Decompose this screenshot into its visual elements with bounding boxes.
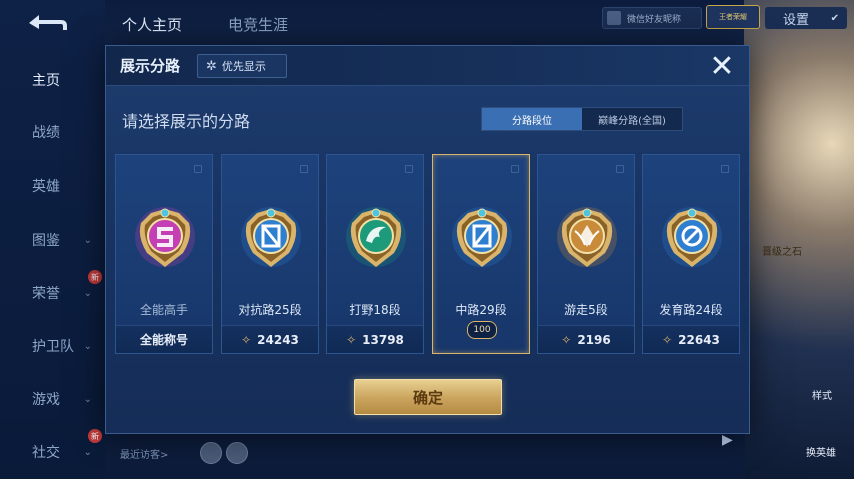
chevron-down-icon: ⌄ (83, 446, 92, 458)
back-arrow-icon (29, 15, 67, 30)
settings-button[interactable]: 设置 ✔ (765, 7, 847, 29)
sidebar-item-label: 战绩 (32, 125, 60, 141)
sidebar-item[interactable]: 主页 (0, 65, 100, 95)
lane-card-name: 全能高手 (139, 303, 188, 317)
sidebar-item-label: 主页 (32, 73, 60, 89)
card-corner-mark (721, 165, 729, 173)
right-label-upgrade-stone: 晋级之石 (762, 247, 802, 258)
friend-nickname-pill[interactable]: 微信好友昵称 (602, 7, 702, 29)
clash-lane-emblem-icon (239, 201, 303, 273)
visitor-avatar[interactable] (226, 442, 248, 464)
dialog-subtitle: 请选择展示的分路 (122, 112, 251, 131)
confirm-button[interactable]: 确定 (354, 379, 502, 415)
card-corner-mark (405, 165, 413, 173)
card-corner-mark (511, 165, 519, 173)
lane-card[interactable]: 中路29段 100 (432, 154, 530, 354)
sidebar-item-label: 社交 (32, 445, 60, 461)
sidebar-item[interactable]: 图鉴 ⌄ (0, 225, 100, 255)
chevron-down-icon: ⌄ (83, 340, 92, 352)
chevron-down-icon: ⌄ (83, 393, 92, 405)
lane-card-footer-text: 13798 (362, 332, 404, 347)
lane-card-name: 发育路24段 (659, 303, 723, 317)
rank-points-icon: ✧ (346, 332, 357, 347)
rank-points-icon: ✧ (241, 332, 252, 347)
lane-mode-toggle: 分路段位 巅峰分路(全国) (481, 107, 683, 131)
farm-lane-emblem-icon (660, 201, 724, 273)
lane-card[interactable]: 全能高手 全能称号 (115, 154, 213, 354)
lane-card-footer: ✧ 13798 (327, 325, 423, 353)
dialog-title: 展示分路 (120, 57, 181, 75)
allround-lane-emblem-icon (133, 201, 197, 273)
mid-lane-emblem-icon (450, 201, 514, 273)
lane-card-footer-text: 24243 (257, 332, 299, 347)
sidebar-item[interactable]: 社交 ⌄ (0, 437, 100, 467)
rank-points-icon: ✧ (561, 332, 572, 347)
tab-esports-career[interactable]: 电竞生涯 (228, 14, 288, 35)
lane-card[interactable]: 对抗路25段 ✧ 24243 (221, 154, 319, 354)
sidebar-item[interactable]: 战绩 (0, 117, 100, 147)
sidebar-item[interactable]: 游戏 ⌄ (0, 384, 100, 414)
lane-card[interactable]: 游走5段 ✧ 2196 (537, 154, 635, 354)
lane-card-footer: ✧ 22643 (643, 325, 739, 353)
rank-points-icon: ✧ (662, 332, 673, 347)
lane-card-footer-text: 22643 (678, 332, 720, 347)
card-corner-mark (300, 165, 308, 173)
tab-personal-home[interactable]: 个人主页 (122, 14, 182, 35)
card-corner-mark (616, 165, 624, 173)
sidebar-item-label: 游戏 (32, 392, 60, 408)
gear-icon: ✲ (206, 58, 217, 74)
priority-display-label: 优先显示 (221, 60, 266, 73)
switch-hero-label[interactable]: 换英雄 (806, 444, 836, 459)
sidebar-item-label: 护卫队 (32, 339, 74, 355)
sidebar-item-label: 英雄 (32, 179, 60, 195)
event-badge[interactable]: 王者荣耀 (706, 5, 760, 29)
sidebar-item-label: 荣誉 (32, 286, 60, 302)
chevron-down-icon: ⌄ (83, 234, 92, 246)
lane-card-name: 中路29段 (455, 303, 507, 317)
toggle-peak-lane[interactable]: 巅峰分路(全国) (582, 108, 682, 130)
new-badge: 新 (88, 429, 102, 443)
lane-card-footer-text: 2196 (577, 332, 611, 347)
settings-label: 设置 (783, 12, 810, 28)
lane-card-name: 游走5段 (564, 303, 608, 317)
lane-card[interactable]: 打野18段 ✧ 13798 (326, 154, 424, 354)
new-badge: 新 (88, 270, 102, 284)
sidebar-item[interactable]: 荣誉 ⌄ (0, 278, 100, 308)
lane-card-footer: ✧ 24243 (222, 325, 318, 353)
lane-card[interactable]: 发育路24段 ✧ 22643 (642, 154, 740, 354)
dialog-header: 展示分路 ✲ 优先显示 ✕ (106, 46, 749, 86)
chevron-down-icon: ✔ (830, 12, 839, 24)
sidebar-item[interactable]: 英雄 (0, 171, 100, 201)
style-label[interactable]: 样式 (812, 387, 832, 402)
jungle-lane-emblem-icon (344, 201, 408, 273)
card-corner-mark (194, 165, 202, 173)
lane-card-footer: ✧ 2196 (538, 325, 634, 353)
play-icon[interactable]: ▶ (722, 432, 748, 452)
lane-card-footer: 全能称号 (116, 325, 212, 353)
avatar-icon (607, 11, 621, 25)
lane-card-name: 打野18段 (349, 303, 401, 317)
toggle-lane-rank[interactable]: 分路段位 (482, 108, 582, 130)
lane-card-footer-text: 全能称号 (139, 333, 188, 347)
display-lane-dialog: 展示分路 ✲ 优先显示 ✕ 请选择展示的分路 分路段位 巅峰分路(全国) 全能高… (105, 45, 750, 434)
hero-art-background (744, 0, 854, 479)
sidebar-item-label: 图鉴 (32, 233, 60, 249)
star-count-badge: 100 (467, 321, 497, 339)
close-icon[interactable]: ✕ (706, 51, 738, 83)
priority-display-button[interactable]: ✲ 优先显示 (197, 54, 287, 78)
sidebar-item[interactable]: 护卫队 ⌄ (0, 331, 100, 361)
visitor-avatar[interactable] (200, 442, 222, 464)
lane-card-name: 对抗路25段 (238, 303, 302, 317)
recent-visitors-link[interactable]: 最近访客> (120, 446, 168, 461)
back-button[interactable] (22, 10, 72, 36)
roam-lane-emblem-icon (555, 201, 619, 273)
chevron-down-icon: ⌄ (83, 287, 92, 299)
friend-nickname-text: 微信好友昵称 (627, 14, 682, 25)
